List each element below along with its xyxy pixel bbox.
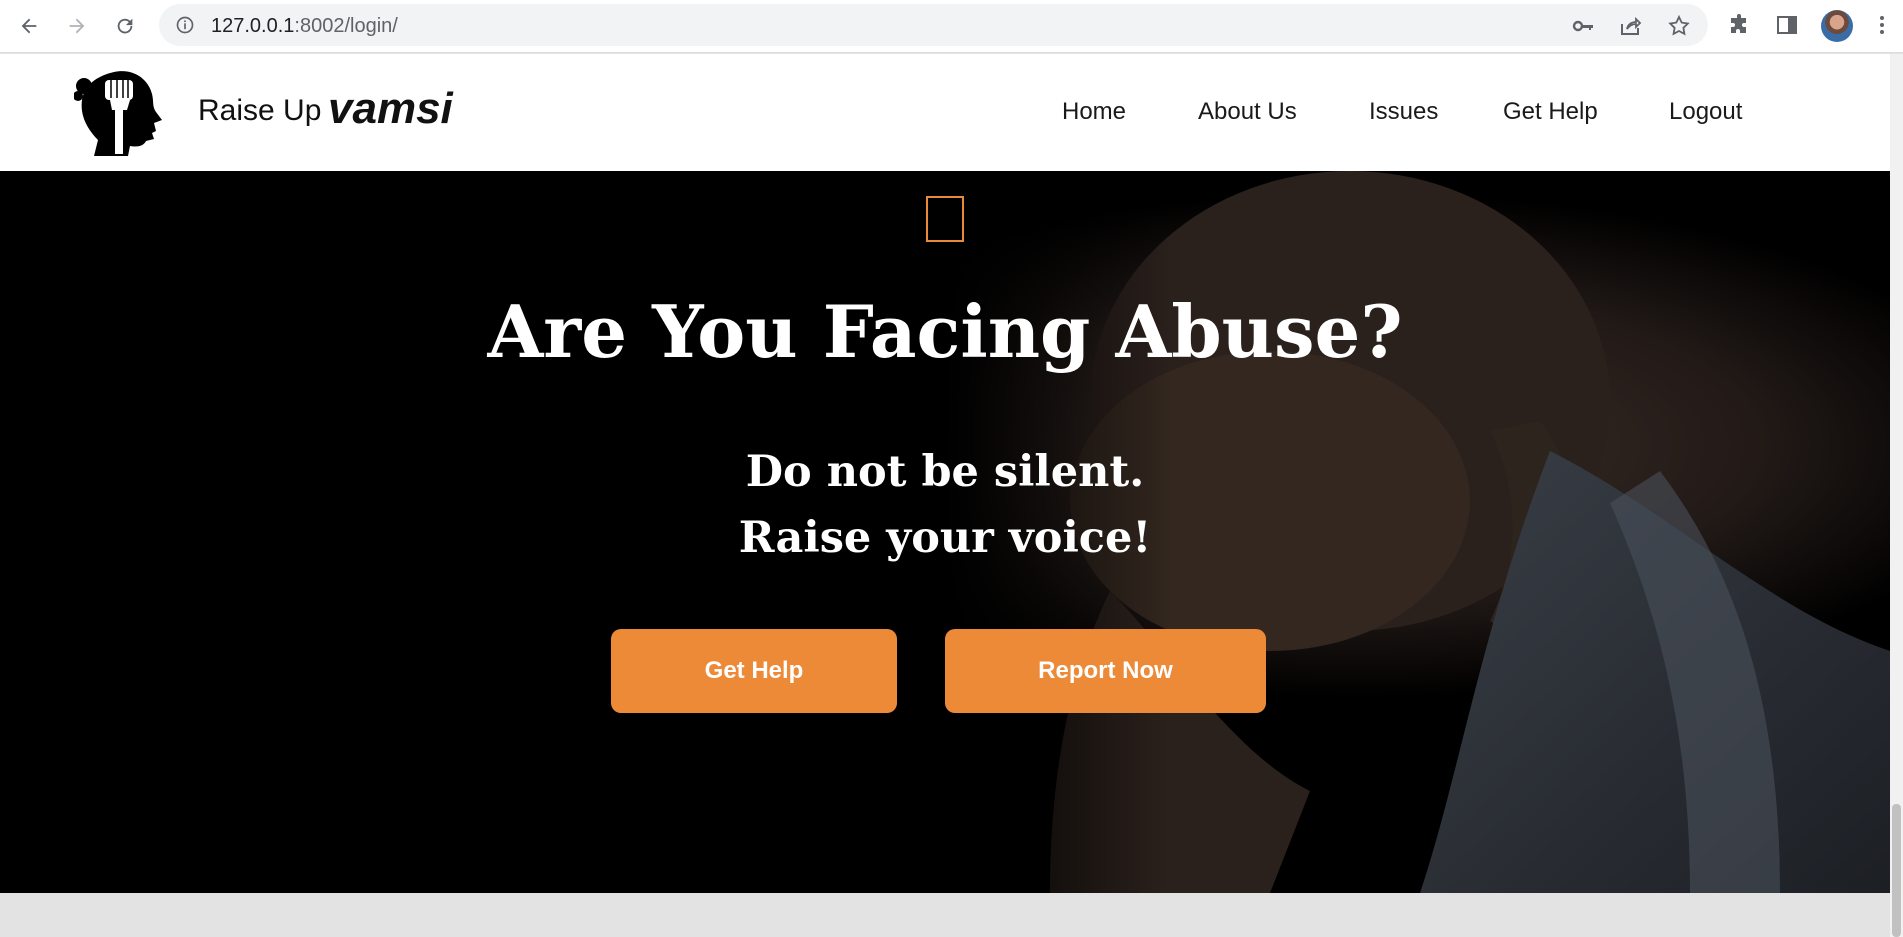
hero-title: Are You Facing Abuse? [487,289,1403,374]
logo-fist-head-icon[interactable] [74,66,166,156]
key-icon[interactable] [1571,14,1595,38]
url-text[interactable]: 127.0.0.1:8002/login/ [211,15,398,38]
hero-subtitle-line-2: Raise your voice! [738,513,1152,563]
hero-subtitle-line-1: Do not be silent. [745,447,1145,497]
nav-issues[interactable]: Issues [1369,98,1438,126]
site-header: Raise Up vamsi Home About Us Issues Get … [0,54,1890,171]
nav-about-us[interactable]: About Us [1198,98,1297,126]
url-path: :8002/login/ [294,15,398,37]
page-scrollbar[interactable] [1890,54,1903,937]
brand-name: Raise Up [198,94,322,127]
get-help-button[interactable]: Get Help [611,629,897,713]
extensions-icon[interactable] [1727,13,1751,37]
forward-icon[interactable] [59,8,95,44]
nav-get-help[interactable]: Get Help [1503,98,1598,126]
address-bar[interactable]: 127.0.0.1:8002/login/ [159,4,1708,46]
menu-icon[interactable] [1870,13,1894,37]
url-host: 127.0.0.1 [211,15,295,37]
scrollbar-thumb[interactable] [1892,804,1901,937]
info-icon[interactable] [175,15,195,35]
nav-home[interactable]: Home [1062,98,1126,126]
side-panel-icon[interactable] [1775,13,1799,37]
profile-avatar[interactable] [1821,10,1853,42]
star-icon[interactable] [1667,14,1691,38]
nav-logout[interactable]: Logout [1669,98,1742,126]
reload-icon[interactable] [107,8,143,44]
hero-section: Are You Facing Abuse? Do not be silent. … [0,171,1890,893]
username-label: vamsi [328,84,453,133]
back-icon[interactable] [11,8,47,44]
share-icon[interactable] [1618,14,1642,38]
report-now-button[interactable]: Report Now [945,629,1266,713]
browser-toolbar: 127.0.0.1:8002/login/ [0,0,1903,53]
hero-placeholder-box [926,196,964,242]
